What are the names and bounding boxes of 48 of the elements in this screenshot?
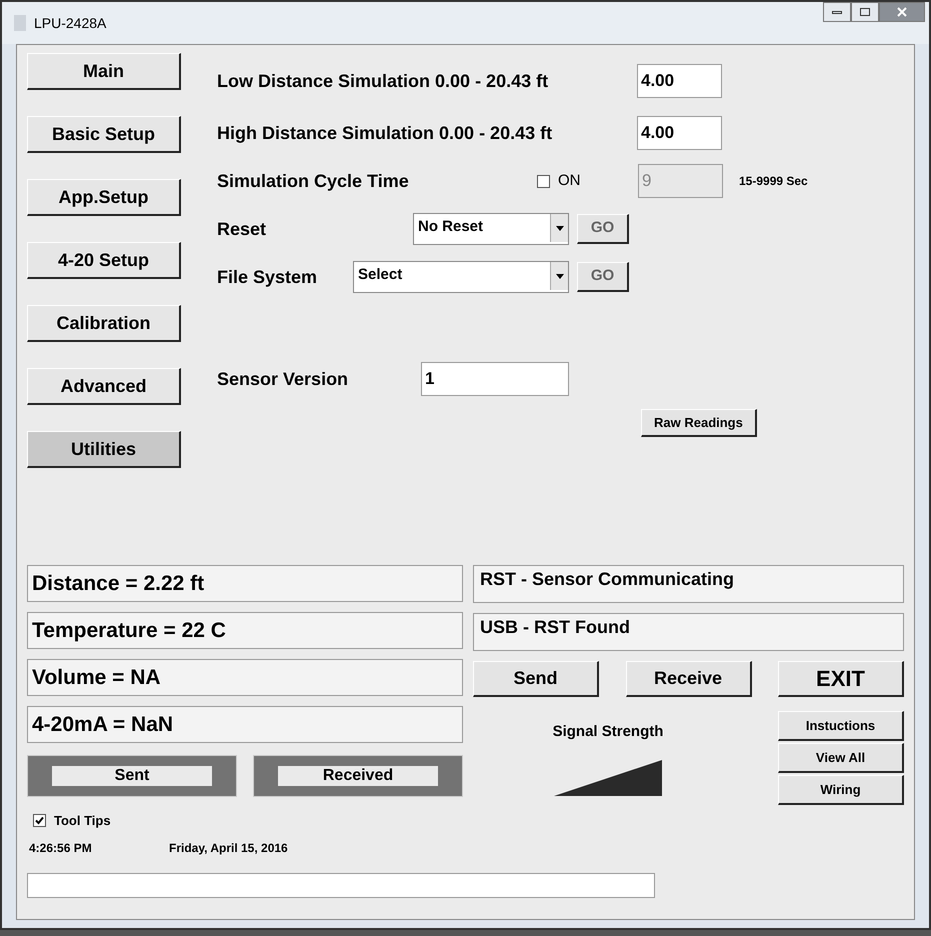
close-icon[interactable] — [879, 2, 925, 22]
input-field[interactable]: 1 — [421, 362, 569, 396]
window-title: LPU-2428A — [34, 14, 106, 32]
field-label: File System — [217, 266, 318, 289]
status-message: USB - RST Found — [473, 613, 904, 651]
readout: Volume = NA — [27, 659, 463, 696]
side-button[interactable]: Instuctions — [778, 711, 904, 741]
dropdown[interactable]: Select — [353, 261, 569, 293]
nav-button[interactable]: Main — [27, 53, 181, 90]
go-button[interactable]: GO — [577, 214, 629, 244]
clock-time: 4:26:56 PM — [29, 840, 93, 856]
maximize-icon[interactable] — [851, 2, 879, 22]
checkbox-label: Tool Tips — [54, 812, 111, 830]
range-hint: 15-9999 Sec — [739, 173, 808, 190]
side-button[interactable]: View All — [778, 743, 904, 773]
nav-button[interactable]: Advanced — [27, 368, 181, 405]
action-button[interactable]: EXIT — [778, 661, 904, 697]
readout: Distance = 2.22 ft — [27, 565, 463, 602]
indicator-label: Sent — [52, 766, 212, 786]
dropdown[interactable]: No Reset — [413, 213, 569, 245]
nav-button[interactable]: App.Setup — [27, 179, 181, 216]
field-label: Sensor Version — [217, 368, 350, 390]
clock-date: Friday, April 15, 2016 — [169, 840, 288, 856]
field-label: Simulation Cycle Time — [217, 170, 410, 193]
input-field[interactable]: 4.00 — [637, 64, 722, 98]
go-button[interactable]: GO — [577, 262, 629, 292]
readout: 4-20mA = NaN — [27, 706, 463, 743]
field-label: Low Distance Simulation 0.00 - 20.43 ft — [217, 70, 550, 92]
field-label: Reset — [217, 218, 268, 240]
nav-button[interactable]: Calibration — [27, 305, 181, 342]
field-label: High Distance Simulation 0.00 - 20.43 ft — [217, 122, 554, 145]
side-button[interactable]: Wiring — [778, 775, 904, 805]
input-field[interactable]: 4.00 — [637, 116, 722, 150]
text-field[interactable] — [27, 872, 655, 898]
action-button[interactable]: Receive — [626, 661, 752, 697]
nav-button[interactable]: Utilities — [27, 431, 181, 468]
readout: Temperature = 22 C — [27, 612, 463, 649]
checkbox[interactable] — [33, 814, 46, 828]
checkbox-label: ON — [558, 170, 582, 191]
status-message: RST - Sensor Communicating — [473, 565, 904, 603]
signal-label: Signal Strength — [552, 722, 664, 742]
signal-strength-icon — [554, 760, 662, 796]
nav-button[interactable]: Basic Setup — [27, 116, 181, 153]
raw-readings-button[interactable]: Raw Readings — [641, 409, 757, 437]
action-button[interactable]: Send — [473, 661, 599, 697]
indicator-label: Received — [278, 766, 438, 786]
minimize-icon[interactable] — [823, 2, 851, 22]
nav-button[interactable]: 4-20 Setup — [27, 242, 181, 279]
